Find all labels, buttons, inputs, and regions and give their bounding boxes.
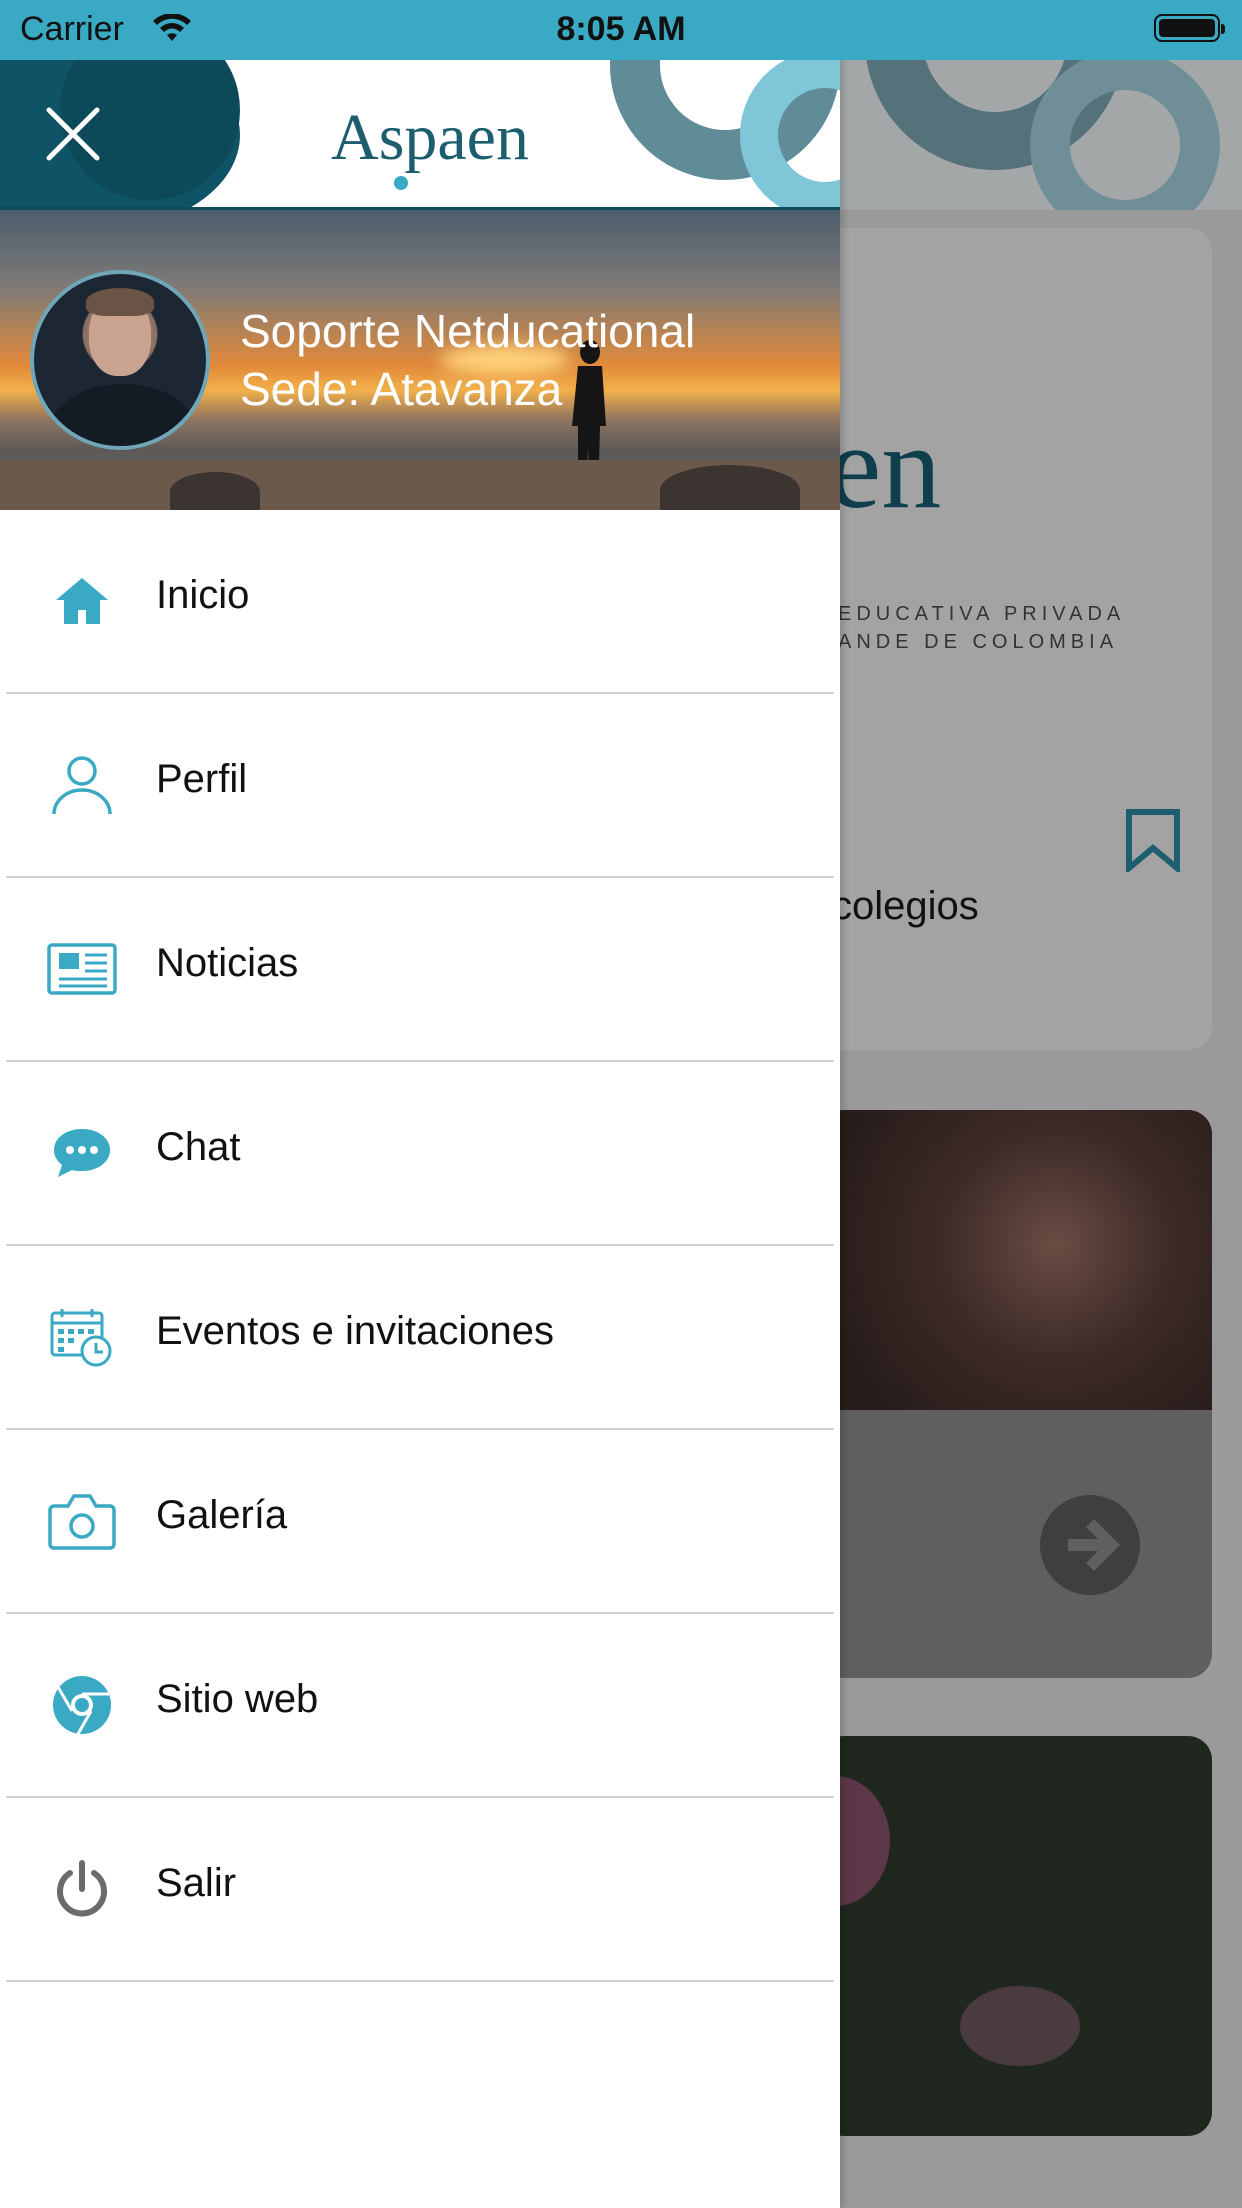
calendar-clock-icon <box>46 1301 118 1373</box>
background-card[interactable] <box>820 1736 1212 2136</box>
home-icon <box>46 565 118 637</box>
camera-icon <box>46 1485 118 1557</box>
menu-item-label: Inicio <box>156 573 250 617</box>
menu-item-salir[interactable]: Salir <box>6 1798 834 1982</box>
menu-item-chat[interactable]: Chat <box>6 1062 834 1246</box>
drawer-header: Aspaen <box>0 60 840 210</box>
power-icon <box>46 1853 118 1925</box>
arrow-right-icon[interactable] <box>1040 1495 1140 1595</box>
menu-item-perfil[interactable]: Perfil <box>6 694 834 878</box>
clock: 8:05 AM <box>556 10 686 48</box>
newspaper-icon <box>46 933 118 1005</box>
chat-bubble-icon <box>46 1117 118 1189</box>
background-card[interactable] <box>820 1110 1212 1678</box>
bookmark-icon[interactable] <box>1125 808 1181 877</box>
menu-item-label: Chat <box>156 1125 241 1169</box>
menu-item-eventos[interactable]: Eventos e invitaciones <box>6 1246 834 1430</box>
status-bar: Carrier 8:05 AM <box>0 0 1242 60</box>
menu-item-label: Salir <box>156 1861 237 1905</box>
profile-name: Soporte Netducational <box>240 305 696 357</box>
person-icon <box>46 749 118 821</box>
profile-banner: Soporte Netducational Sede: Atavanza <box>0 210 840 510</box>
menu-item-label: Perfil <box>156 757 248 801</box>
profile-sede: Sede: Atavanza <box>240 363 563 415</box>
background-card[interactable]: en EDUCATIVA PRIVADA ANDE DE COLOMBIA co… <box>820 228 1212 1050</box>
background-logo-fragment: en <box>828 400 942 533</box>
background-tagline: EDUCATIVA PRIVADA ANDE DE COLOMBIA <box>838 603 1126 653</box>
menu-item-label: Noticias <box>156 941 299 985</box>
avatar[interactable] <box>30 270 210 450</box>
menu-item-inicio[interactable]: Inicio <box>6 510 834 694</box>
background-photo <box>820 1110 1212 1410</box>
menu-item-sitio-web[interactable]: Sitio web <box>6 1614 834 1798</box>
background-header <box>840 60 1242 210</box>
menu-item-galeria[interactable]: Galería <box>6 1430 834 1614</box>
background-card-text: colegios <box>832 884 979 928</box>
drawer-menu: Inicio Perfil Noticias Chat Eventos e in… <box>0 510 840 1982</box>
menu-item-label: Sitio web <box>156 1677 319 1721</box>
menu-item-label: Eventos e invitaciones <box>156 1309 555 1353</box>
menu-item-label: Galería <box>156 1493 288 1537</box>
battery-icon <box>1154 14 1225 42</box>
browser-icon <box>46 1669 118 1741</box>
navigation-drawer: Aspaen Soporte Netducational Sede: Atava… <box>0 60 840 2208</box>
close-icon <box>45 106 101 167</box>
aspaen-logo: Aspaen <box>331 101 529 174</box>
close-button[interactable] <box>30 100 116 172</box>
menu-item-noticias[interactable]: Noticias <box>6 878 834 1062</box>
